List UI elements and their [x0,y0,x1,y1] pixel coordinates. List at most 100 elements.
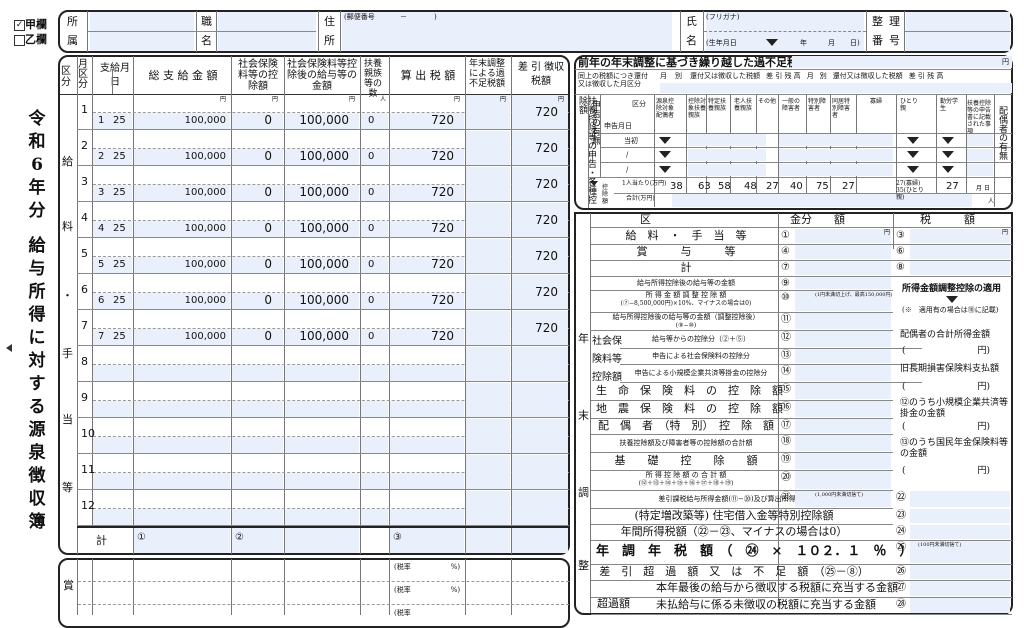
fuyo-field[interactable] [361,473,388,489]
decl-field[interactable] [967,149,993,161]
date-field[interactable] [93,401,132,417]
adj-side-dropdown-icon[interactable] [946,296,958,303]
decl-dropdown-icon[interactable] [659,166,671,173]
fuyo-field[interactable] [361,149,388,165]
ne-amount-field[interactable] [795,401,891,417]
shaho-field[interactable] [232,437,283,453]
kou-checkbox-row[interactable]: ✓ 甲欄 [14,16,47,32]
ne-amount-field[interactable] [795,261,891,275]
nenmatsu-field[interactable] [466,347,510,381]
decl-field[interactable] [779,149,893,161]
fuyo-field[interactable] [361,113,388,129]
decl-field[interactable] [688,164,766,176]
nenmatsu-field[interactable] [466,311,510,345]
total-field[interactable] [134,365,230,381]
after-field[interactable] [285,437,359,453]
after-field[interactable] [285,509,359,525]
fuyo-field[interactable] [361,185,388,201]
ne-amount-field[interactable] [795,331,891,347]
tax-field[interactable] [390,509,464,525]
address-field[interactable] [342,12,672,51]
ne-amount-field[interactable] [795,313,891,329]
total-c1-field[interactable] [134,528,230,553]
ne-tax-field[interactable] [910,581,1010,596]
ne-amount-field[interactable] [795,419,891,433]
ne-tax-field[interactable] [910,261,1010,275]
date-field[interactable] [93,509,132,525]
date-field[interactable] [93,437,132,453]
decl-dropdown-icon[interactable] [907,151,919,158]
after-field[interactable] [285,401,359,417]
nenmatsu-field[interactable] [466,239,510,273]
total-net-field[interactable] [512,528,568,553]
net-field[interactable] [512,347,568,381]
nenmatsu-field[interactable] [466,455,510,489]
tax-field[interactable] [390,401,464,417]
after-field[interactable] [285,365,359,381]
nenmatsu-field[interactable] [466,491,510,525]
otsu-checkbox-row[interactable]: 乙欄 [14,31,47,47]
decl-field[interactable] [779,164,893,176]
ne-tax-field[interactable] [910,229,1010,243]
date-field[interactable] [93,473,132,489]
shaho-field[interactable] [232,365,283,381]
fuyo-field[interactable] [361,437,388,453]
fuyo-field[interactable] [361,401,388,417]
shaho-field[interactable] [232,401,283,417]
nenmatsu-field[interactable] [466,275,510,309]
after-field[interactable] [285,473,359,489]
total-field[interactable] [134,401,230,417]
decl-field[interactable] [967,134,993,146]
ne-amount-field[interactable] [795,229,891,243]
decl-dropdown-icon[interactable] [942,151,954,158]
decl-dropdown-icon[interactable] [659,151,671,158]
total-field[interactable] [134,437,230,453]
fuyo-field[interactable] [361,329,388,345]
decl-dropdown-icon[interactable] [907,137,919,144]
ne-amount-field[interactable] [795,383,891,399]
decl-field[interactable] [967,164,993,176]
decl-field[interactable] [688,149,766,161]
declare-expand-icon[interactable] [590,181,598,186]
ne-amount-field[interactable] [795,349,891,363]
ne-amount-field[interactable] [795,277,891,289]
decl-dropdown-icon[interactable] [942,137,954,144]
left-arrow-icon[interactable] [6,344,12,352]
tax-field[interactable] [390,365,464,381]
ne-amount-field[interactable] [795,453,891,469]
total-field[interactable] [134,473,230,489]
decl-field[interactable] [688,134,766,146]
prev-year-field[interactable] [792,56,1012,68]
net-field[interactable] [512,455,568,489]
fuyo-field[interactable] [361,221,388,237]
checkbox-empty-icon[interactable] [14,34,25,46]
date-field[interactable] [93,365,132,381]
checkbox-checked-icon[interactable]: ✓ [14,19,25,31]
fuyo-field[interactable] [361,365,388,381]
decl-dropdown-icon[interactable] [907,166,919,173]
shaho-field[interactable] [232,509,283,525]
refund-values[interactable] [660,83,1012,93]
ne-amount-field[interactable] [795,471,891,489]
ne-amount-field[interactable] [795,245,891,259]
era-dropdown-icon[interactable] [766,39,778,46]
ne-tax-field[interactable] [910,565,1010,579]
ne-amount-field[interactable] [795,365,891,381]
fuyo-field[interactable] [361,293,388,309]
nenmatsu-field[interactable] [466,383,510,417]
nenmatsu-field[interactable] [466,419,510,453]
nenmatsu-field[interactable] [466,131,510,165]
ne-tax-field[interactable] [910,525,1010,539]
ne-tax-field[interactable] [910,491,1010,507]
fuyo-field[interactable] [361,509,388,525]
ne-tax-field[interactable] [910,598,1010,613]
tax-field[interactable] [390,473,464,489]
shaho-field[interactable] [232,473,283,489]
tax-field[interactable] [390,437,464,453]
decl-dropdown-icon[interactable] [659,137,671,144]
decl-dropdown-icon[interactable] [942,166,954,173]
nenmatsu-field[interactable] [466,203,510,237]
total-field[interactable] [134,509,230,525]
fuyo-field[interactable] [361,257,388,273]
net-field[interactable] [512,491,568,525]
